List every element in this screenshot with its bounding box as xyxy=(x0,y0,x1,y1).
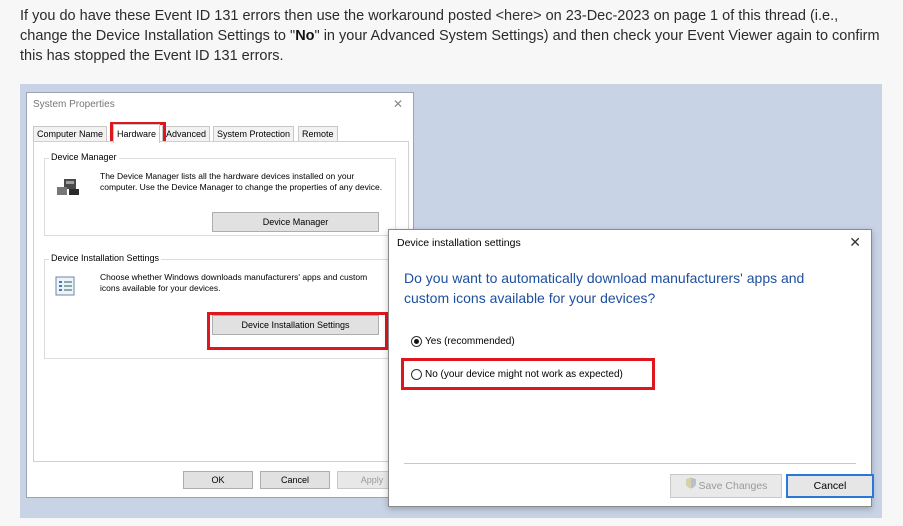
dialog-separator xyxy=(404,463,856,464)
close-icon[interactable]: ✕ xyxy=(849,234,861,251)
device-manager-group-label: Device Manager xyxy=(49,152,119,162)
yes-label: Yes (recommended) xyxy=(425,336,515,347)
tab-computer-name[interactable]: Computer Name xyxy=(33,126,108,142)
save-changes-label: Save Changes xyxy=(698,480,768,492)
paragraph-part1: If you do have these Event ID 131 errors… xyxy=(20,8,496,24)
close-icon[interactable]: ✕ xyxy=(393,97,403,111)
screenshot-image: System Properties ✕ Computer Name Hardwa… xyxy=(20,84,882,518)
cancel-button[interactable]: Cancel xyxy=(260,471,330,489)
dialog-cancel-button[interactable]: Cancel xyxy=(786,474,874,498)
paragraph-bold-no: No xyxy=(295,28,315,44)
hardware-panel: Device Manager The Device Manager lists … xyxy=(33,141,409,462)
dialog-question: Do you want to automatically download ma… xyxy=(404,270,805,306)
yes-radio[interactable] xyxy=(411,336,422,347)
system-properties-window: System Properties ✕ Computer Name Hardwa… xyxy=(26,92,414,498)
tab-remote[interactable]: Remote xyxy=(298,126,338,142)
tab-system-protection[interactable]: System Protection xyxy=(213,126,295,142)
device-installation-dialog: Device installation settings ✕ Do you wa… xyxy=(388,229,874,507)
device-manager-button[interactable]: Device Manager xyxy=(212,212,379,232)
ok-button[interactable]: OK xyxy=(183,471,253,489)
here-link[interactable]: <here> xyxy=(496,8,542,24)
save-changes-button[interactable]: Save Changes xyxy=(670,474,782,498)
dialog-title: Device installation settings xyxy=(397,237,521,249)
device-installation-button-highlight xyxy=(207,312,388,350)
tab-advanced[interactable]: Advanced xyxy=(162,126,211,142)
shield-icon xyxy=(685,475,697,497)
window-title: System Properties xyxy=(33,99,115,110)
no-option-highlight xyxy=(401,358,655,390)
tab-hardware[interactable]: Hardware xyxy=(113,124,161,143)
yes-option[interactable]: Yes (recommended) xyxy=(411,336,515,347)
device-installation-group-label: Device Installation Settings xyxy=(49,253,162,263)
device-manager-group: Device Manager The Device Manager lists … xyxy=(44,152,396,236)
device-settings-icon xyxy=(55,276,75,296)
device-manager-description: The Device Manager lists all the hardwar… xyxy=(100,171,383,192)
instruction-paragraph: If you do have these Event ID 131 errors… xyxy=(20,6,880,66)
device-manager-icon xyxy=(55,177,81,197)
device-installation-description: Choose whether Windows downloads manufac… xyxy=(100,272,368,293)
